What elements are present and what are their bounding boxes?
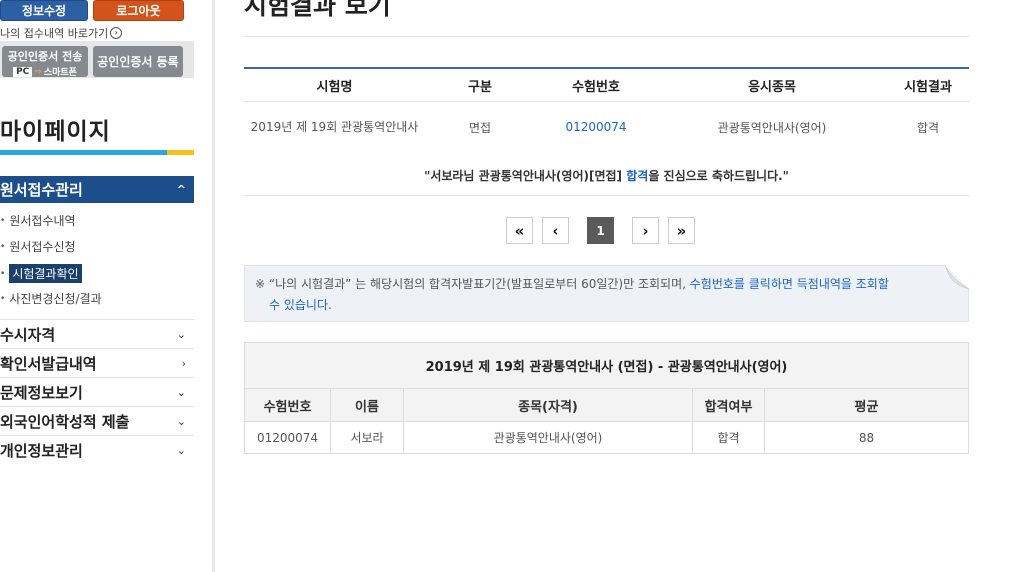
nav-item-label: 개인정보관리 bbox=[0, 441, 83, 460]
smartphone-label: 스마트폰 bbox=[43, 68, 77, 78]
arrow-right-circle-icon: › bbox=[110, 27, 123, 39]
cert-transfer-label: 공인인증서 전송 bbox=[7, 50, 83, 63]
title-underline-yellow bbox=[167, 150, 194, 155]
nav-application-management-label: 원서접수관리 bbox=[0, 181, 83, 199]
header-cell: 종목(자격) bbox=[404, 389, 693, 421]
congratulation-message: "서보라님 관광통역안내사(영어)[면접] 합격을 진심으로 축하드립니다." bbox=[244, 167, 969, 184]
table-cell: 합격 bbox=[693, 422, 765, 453]
notice-link-1: 수험번호를 클릭하면 득점내역을 조회할 bbox=[689, 277, 889, 291]
table-row: 2019년 제 19회 관광통역안내사 면접 01200074 관광통역안내사(… bbox=[244, 102, 969, 152]
receipt-history-label: 나의 접수내역 바로가기 bbox=[0, 27, 109, 40]
sidebar: 정보수정 로그아웃 나의 접수내역 바로가기 › 공인인증서 전송 PC ⇒ 스… bbox=[0, 0, 215, 572]
header-cell: 수험번호 bbox=[572, 79, 620, 95]
divider bbox=[244, 36, 969, 37]
header-cell: 구분 bbox=[468, 79, 492, 95]
congrats-highlight: 합격 bbox=[626, 169, 649, 183]
table-cell: 88 bbox=[858, 430, 875, 445]
score-table: 2019년 제 19회 관광통역안내사 (면접) - 관광통역안내사(영어) 수… bbox=[244, 342, 969, 454]
sub-item-photo-change[interactable]: • 사진변경신청/결과 bbox=[0, 290, 102, 307]
title-underline-blue bbox=[0, 150, 167, 155]
result-table-header: 시험명 구분 수험번호 응시종목 시험결과 bbox=[244, 69, 969, 102]
cert-register-button[interactable]: 공인인증서 등록 bbox=[93, 46, 183, 77]
congrats-prefix: "서보라님 관광통역안내사(영어)[면접] bbox=[424, 169, 627, 183]
nav-application-management[interactable]: 원서접수관리 ^ bbox=[0, 176, 194, 203]
sub-item-exam-result[interactable]: • 시험결과확인 bbox=[0, 264, 82, 283]
nav-item-label: 문제정보보기 bbox=[0, 383, 83, 402]
header-cell: 응시종목 bbox=[748, 79, 796, 95]
chevron-right-icon: › bbox=[181, 356, 186, 370]
chevron-down-icon: ⌄ bbox=[176, 327, 186, 341]
nav-question-info[interactable]: 문제정보보기 ⌄ bbox=[0, 377, 194, 406]
page-fold-icon bbox=[945, 265, 969, 289]
header-cell: 이름 bbox=[331, 389, 404, 421]
header-cell: 평균 bbox=[854, 399, 879, 415]
notice-mark: ※ bbox=[255, 277, 266, 291]
notice-line-1: ※ “나의 시험결과” 는 해당시험의 합격자발표기간(발표일로부터 60일간)… bbox=[255, 274, 928, 295]
last-page-button[interactable]: » bbox=[668, 217, 695, 244]
nav-item-label: 확인서발급내역 bbox=[0, 354, 97, 373]
sub-item-label: 시험결과확인 bbox=[9, 264, 82, 283]
nav-occasional-qualification[interactable]: 수시자격 ⌄ bbox=[0, 319, 194, 348]
sub-item-label: 원서접수신청 bbox=[9, 240, 76, 254]
exam-name: 2019년 제 19회 관광통역안내사 bbox=[250, 119, 419, 134]
sub-item-label: 원서접수내역 bbox=[9, 214, 76, 228]
header-cell: 수험번호 bbox=[245, 389, 331, 421]
subject-cell: 관광통역안내사(영어) bbox=[717, 120, 827, 135]
receipt-history-link[interactable]: 나의 접수내역 바로가기 › bbox=[0, 25, 123, 41]
congrats-suffix: 을 진심으로 축하드립니다." bbox=[648, 169, 789, 183]
prev-page-button[interactable]: ‹ bbox=[542, 217, 569, 244]
nav-certificate-history[interactable]: 확인서발급내역 › bbox=[0, 348, 194, 377]
chevron-down-icon: ⌄ bbox=[176, 443, 186, 457]
nav-item-label: 수시자격 bbox=[0, 325, 56, 344]
pagination: « ‹ 1 › » bbox=[506, 217, 704, 244]
nav-item-label: 외국인어학성적 제출 bbox=[0, 412, 130, 431]
next-page-button[interactable]: › bbox=[632, 217, 659, 244]
header-cell: 시험결과 bbox=[904, 79, 952, 95]
chevron-down-icon: ⌄ bbox=[176, 385, 186, 399]
sub-item-application-request[interactable]: • 원서접수신청 bbox=[0, 238, 76, 255]
bullet-icon: • bbox=[0, 215, 6, 226]
header-cell: 시험명 bbox=[316, 79, 353, 95]
bullet-icon: • bbox=[0, 293, 6, 304]
arrow-right-icon: ⇒ bbox=[34, 66, 42, 77]
exam-type-cell: 면접 bbox=[468, 120, 492, 135]
table-cell: 관광통역안내사(영어) bbox=[404, 422, 693, 453]
table-cell: 서보라 bbox=[331, 422, 404, 453]
pc-label: PC bbox=[13, 66, 33, 77]
notice-box: ※ “나의 시험결과” 는 해당시험의 합격자발표기간(발표일로부터 60일간)… bbox=[244, 265, 969, 322]
header-cell: 합격여부 bbox=[693, 389, 765, 421]
exam-number-cell: 01200074 bbox=[535, 102, 657, 152]
table-cell: 01200074 bbox=[245, 422, 331, 453]
sub-item-label: 사진변경신청/결과 bbox=[9, 292, 102, 306]
notice-text: “나의 시험결과” 는 해당시험의 합격자발표기간(발표일로부터 60일간)만 … bbox=[265, 277, 690, 291]
mypage-title: 마이페이지 bbox=[0, 119, 111, 145]
cert-transfer-sub: PC ⇒ 스마트폰 bbox=[2, 65, 88, 78]
first-page-button[interactable]: « bbox=[506, 217, 533, 244]
table-row: 01200074 서보라 관광통역안내사(영어) 합격 88 bbox=[245, 422, 968, 453]
result-cell: 합격 bbox=[916, 120, 940, 135]
chevron-up-icon: ^ bbox=[176, 183, 186, 196]
nav-language-score[interactable]: 외국인어학성적 제출 ⌄ bbox=[0, 406, 194, 435]
result-table: 시험명 구분 수험번호 응시종목 시험결과 2019년 제 19회 관광통역안내… bbox=[244, 67, 969, 152]
sub-item-application-history[interactable]: • 원서접수내역 bbox=[0, 212, 76, 229]
divider bbox=[244, 195, 969, 196]
score-table-header: 수험번호 이름 종목(자격) 합격여부 평균 bbox=[245, 389, 968, 422]
exam-number-link[interactable]: 01200074 bbox=[565, 120, 626, 134]
bullet-icon: • bbox=[0, 268, 6, 279]
cert-transfer-button[interactable]: 공인인증서 전송 PC ⇒ 스마트폰 bbox=[2, 46, 88, 78]
page-title: 시험결과 보기 bbox=[244, 0, 391, 20]
chevron-down-icon: ⌄ bbox=[176, 414, 186, 428]
score-table-caption: 2019년 제 19회 관광통역안내사 (면접) - 관광통역안내사(영어) bbox=[245, 343, 968, 389]
cert-box: 공인인증서 전송 PC ⇒ 스마트폰 공인인증서 등록 bbox=[0, 41, 194, 78]
exam-name-cell: 2019년 제 19회 관광통역안내사 bbox=[244, 102, 425, 152]
logout-button[interactable]: 로그아웃 bbox=[93, 0, 184, 21]
bullet-icon: • bbox=[0, 241, 6, 252]
edit-info-button[interactable]: 정보수정 bbox=[0, 0, 88, 21]
notice-line-2: 수 있습니다. bbox=[255, 295, 928, 316]
nav-personal-info[interactable]: 개인정보관리 ⌄ bbox=[0, 435, 194, 464]
notice-link-2: 수 있습니다. bbox=[269, 298, 332, 312]
page-1-button[interactable]: 1 bbox=[587, 217, 614, 244]
